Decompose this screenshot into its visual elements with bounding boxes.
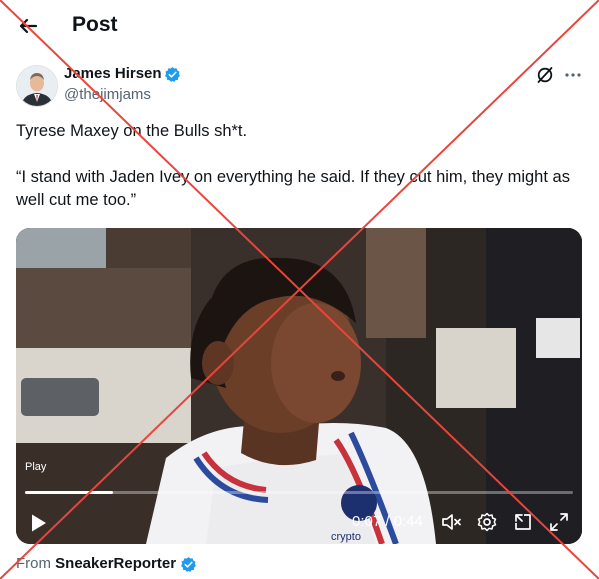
more-button[interactable]	[563, 65, 583, 85]
tweet-line-1: Tyrese Maxey on the Bulls sh*t.	[16, 122, 248, 140]
source-name[interactable]: SneakerReporter	[55, 555, 176, 572]
play-button[interactable]	[26, 511, 50, 535]
play-label: Play	[25, 461, 47, 473]
arrow-left-icon	[19, 18, 38, 34]
mute-icon	[442, 514, 461, 530]
avatar[interactable]	[16, 65, 58, 107]
video-player[interactable]: crypto Play 0:07 / 0:44	[16, 228, 582, 544]
back-button[interactable]	[14, 12, 42, 40]
verified-icon	[181, 557, 196, 572]
video-frame: crypto	[16, 228, 582, 544]
jersey-logo-text: crypto	[331, 531, 361, 543]
attribution: From SneakerReporter	[16, 555, 176, 572]
progress-fill	[25, 491, 113, 494]
mute-button[interactable]	[440, 511, 462, 533]
pop-out-button[interactable]	[512, 511, 534, 533]
progress-bar[interactable]	[25, 491, 573, 494]
page-title: Post	[72, 13, 118, 36]
verified-icon	[165, 67, 180, 82]
author-name[interactable]: James Hirsen	[64, 65, 162, 82]
fullscreen-icon	[550, 513, 568, 531]
grok-button[interactable]	[535, 65, 555, 85]
fullscreen-button[interactable]	[548, 511, 570, 533]
author-handle[interactable]: @thejimjams	[64, 86, 151, 103]
from-label: From	[16, 555, 51, 572]
time-display: 0:07 / 0:44	[352, 513, 423, 530]
settings-button[interactable]	[476, 511, 498, 533]
tweet-line-2: “I stand with Jaden Ivey on everything h…	[16, 168, 570, 209]
grok-icon	[537, 67, 553, 83]
more-horizontal-icon	[565, 73, 581, 77]
tweet-text: Tyrese Maxey on the Bulls sh*t. “I stand…	[16, 120, 586, 212]
post-header: Post	[0, 0, 599, 52]
verified-badge	[164, 66, 181, 83]
source-verified-badge	[180, 556, 197, 573]
play-icon	[32, 514, 46, 532]
pop-out-icon	[515, 514, 531, 530]
settings-icon	[477, 512, 497, 532]
avatar-image	[17, 66, 57, 106]
